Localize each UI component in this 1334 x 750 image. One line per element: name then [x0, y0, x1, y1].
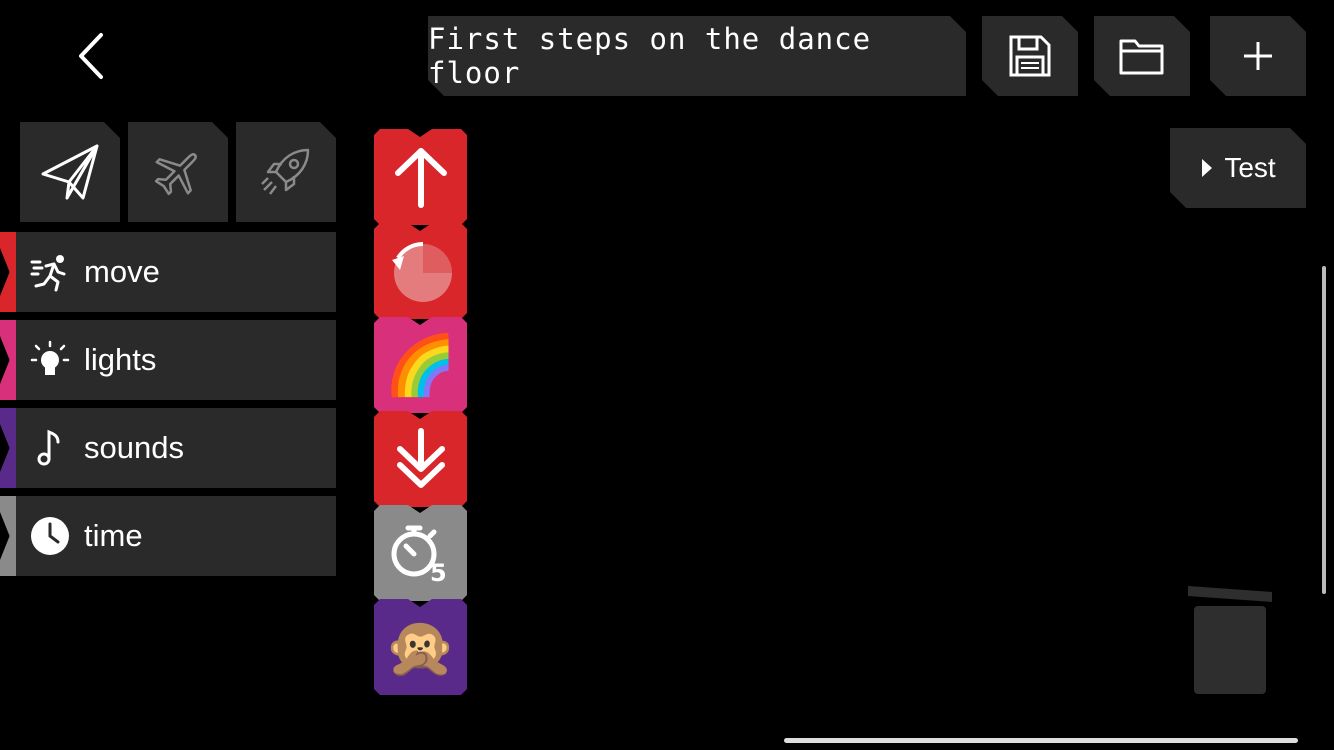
paper-plane-icon	[39, 142, 101, 202]
monkey-icon: 🙊	[384, 613, 457, 681]
new-project-button[interactable]	[1210, 16, 1306, 96]
rainbow-icon: 🌈	[384, 331, 457, 399]
program-block-rotate[interactable]	[374, 223, 467, 319]
home-indicator	[784, 738, 1298, 743]
vehicle-airplane[interactable]	[128, 122, 228, 222]
trash-icon	[1188, 586, 1272, 694]
running-icon	[30, 252, 70, 292]
program-block-land[interactable]	[374, 411, 467, 507]
arrow-up-icon	[394, 148, 447, 208]
program-block-sound-monkey[interactable]: 🙊	[374, 599, 467, 695]
test-button[interactable]: Test	[1170, 128, 1306, 208]
rocket-icon	[258, 144, 314, 200]
category-move[interactable]: move	[0, 232, 336, 312]
program-block-move-forward[interactable]	[374, 129, 467, 225]
category-label: move	[84, 254, 160, 289]
plus-icon	[1242, 40, 1274, 72]
folder-icon	[1118, 35, 1166, 77]
open-button[interactable]	[1094, 16, 1190, 96]
project-title-field[interactable]: First steps on the dance floor	[428, 16, 966, 96]
save-icon	[1007, 33, 1053, 79]
trash-drop-zone[interactable]	[1186, 580, 1278, 698]
project-title: First steps on the dance floor	[428, 22, 872, 90]
category-lights[interactable]: lights	[0, 320, 336, 400]
category-label: time	[84, 518, 143, 553]
play-icon	[1200, 157, 1214, 179]
airplane-icon	[150, 144, 206, 200]
chevron-left-icon	[79, 33, 103, 79]
clock-icon	[30, 516, 70, 556]
program-block-wait[interactable]: 5	[374, 505, 467, 601]
category-sounds[interactable]: sounds	[0, 408, 336, 488]
workspace-scrollbar[interactable]	[1322, 266, 1326, 594]
category-label: sounds	[84, 430, 184, 465]
vehicle-paper-plane[interactable]	[20, 122, 120, 222]
lightbulb-icon	[30, 340, 70, 380]
wait-seconds: 5	[430, 559, 447, 587]
save-button[interactable]	[982, 16, 1078, 96]
vehicle-rocket[interactable]	[236, 122, 336, 222]
category-label: lights	[84, 342, 157, 377]
rotate-icon	[391, 241, 452, 302]
test-button-label: Test	[1224, 152, 1276, 183]
category-time[interactable]: time	[0, 496, 336, 576]
music-note-icon	[30, 428, 70, 468]
back-button[interactable]	[60, 26, 120, 86]
program-block-lights-rainbow[interactable]: 🌈	[374, 317, 467, 413]
double-arrow-down-icon	[396, 428, 445, 488]
